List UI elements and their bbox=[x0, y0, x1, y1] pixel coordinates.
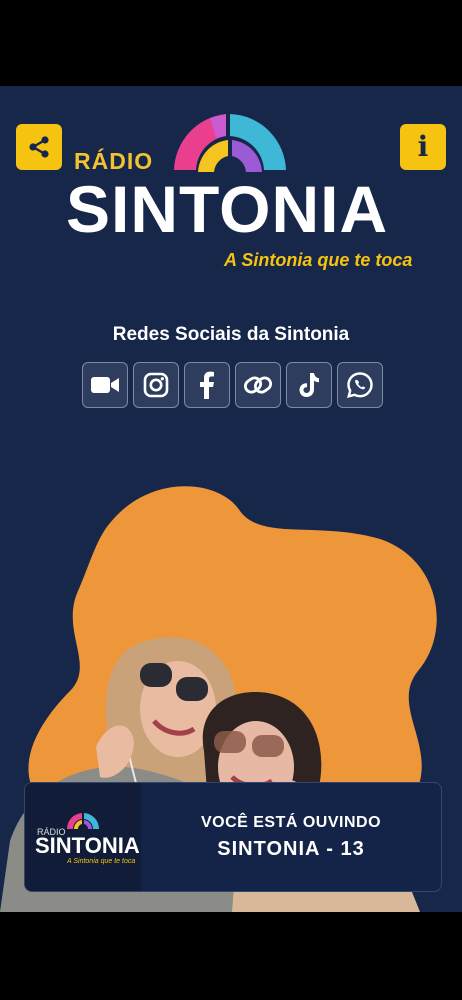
video-camera-icon bbox=[91, 377, 119, 393]
person-left-sunglasses-right bbox=[176, 677, 208, 701]
logo-tagline: A Sintonia que te toca bbox=[224, 250, 413, 270]
link-button[interactable] bbox=[235, 362, 281, 408]
link-icon bbox=[243, 376, 273, 394]
app-screen: i RÁDIO SINTONIA A Sintonia que te toca … bbox=[0, 86, 462, 912]
logo-radio-word: RÁDIO bbox=[74, 148, 154, 174]
now-playing-status: VOCÊ ESTÁ OUVINDO bbox=[200, 813, 382, 831]
video-button[interactable] bbox=[82, 362, 128, 408]
whatsapp-icon bbox=[347, 372, 373, 398]
navigation-bar-area bbox=[0, 912, 462, 1000]
social-buttons-row bbox=[82, 362, 383, 408]
logo-arc-graphic bbox=[174, 114, 286, 172]
instagram-button[interactable] bbox=[133, 362, 179, 408]
now-playing-station: SINTONIA - 13 bbox=[217, 837, 365, 860]
tiktok-icon bbox=[299, 373, 319, 397]
now-playing-text: VOCÊ ESTÁ OUVINDO SINTONIA - 13 bbox=[141, 783, 441, 891]
status-bar-area bbox=[0, 0, 462, 86]
facebook-button[interactable] bbox=[184, 362, 230, 408]
mini-logo-arc bbox=[66, 813, 100, 829]
tiktok-button[interactable] bbox=[286, 362, 332, 408]
facebook-icon bbox=[200, 371, 214, 399]
radio-logo: RÁDIO SINTONIA A Sintonia que te toca bbox=[0, 86, 462, 286]
person-right-sunglasses-left bbox=[214, 731, 246, 753]
now-playing-bar[interactable]: RÁDIO SINTONIA A Sintonia que te toca VO… bbox=[24, 782, 442, 892]
mini-logo-tagline: A Sintonia que te toca bbox=[67, 858, 136, 865]
person-right-sunglasses-right bbox=[252, 735, 284, 757]
social-section-title: Redes Sociais da Sintonia bbox=[112, 324, 350, 345]
now-playing-logo: RÁDIO SINTONIA A Sintonia que te toca bbox=[25, 783, 141, 891]
whatsapp-button[interactable] bbox=[337, 362, 383, 408]
instagram-icon bbox=[143, 372, 169, 398]
mini-logo-brand-word: SINTONIA bbox=[35, 833, 140, 858]
logo-brand-word: SINTONIA bbox=[66, 172, 389, 246]
person-left-sunglasses-left bbox=[140, 663, 172, 687]
